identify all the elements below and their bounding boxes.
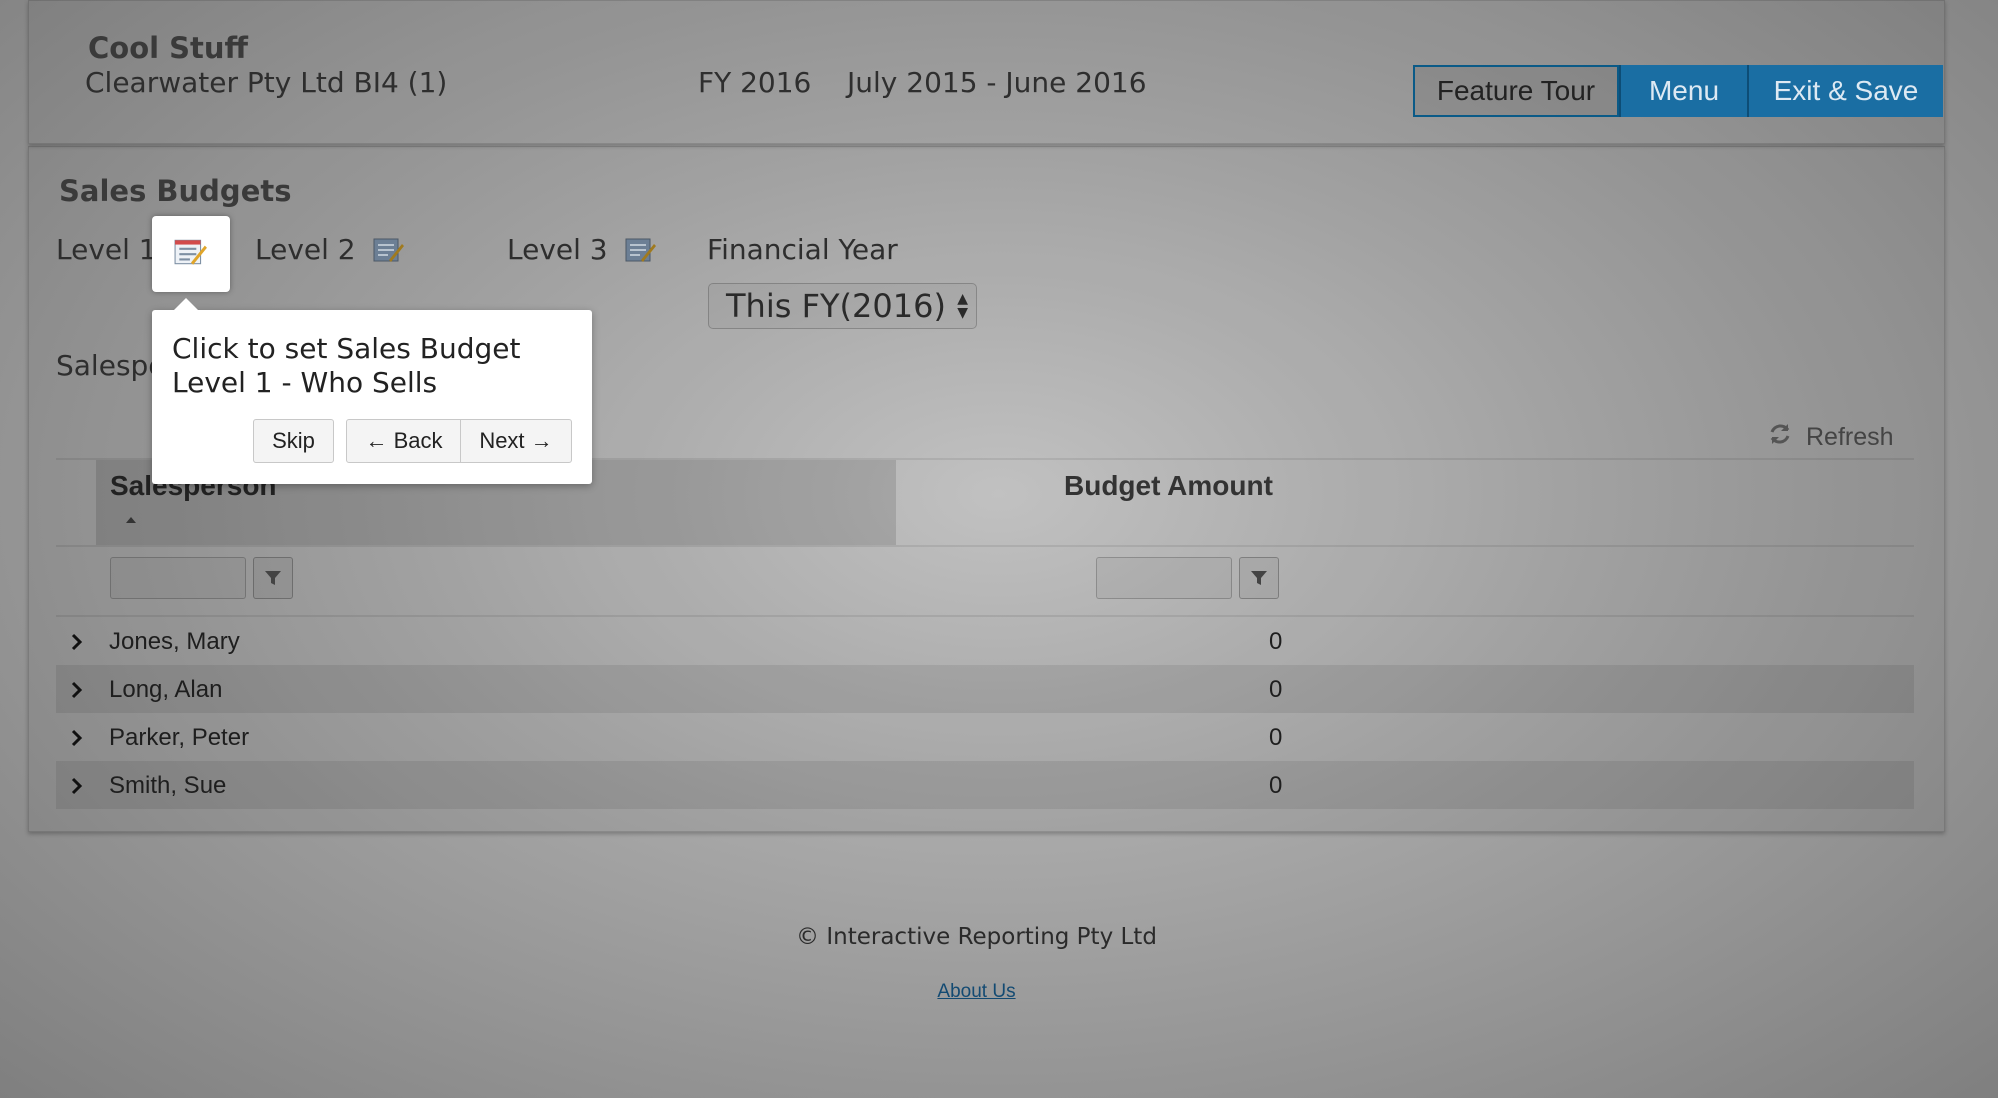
- tour-popover-text: Click to set Sales Budget Level 1 - Who …: [172, 332, 521, 399]
- budget-amount: 0: [1269, 676, 1283, 703]
- company-name: Cool Stuff: [88, 31, 249, 65]
- refresh-icon: [1768, 422, 1792, 453]
- table-row[interactable]: Jones, Mary 0: [56, 617, 1914, 665]
- expand-chevron-icon[interactable]: [70, 727, 84, 755]
- select-arrows-icon: ▲ ▼: [957, 291, 968, 321]
- budget-amount: 0: [1269, 724, 1283, 751]
- financial-year-select[interactable]: This FY(2016) ▲ ▼: [708, 283, 977, 329]
- client-name: Clearwater Pty Ltd BI4 (1): [85, 66, 448, 99]
- expand-chevron-icon[interactable]: [70, 631, 84, 659]
- edit-budget-icon[interactable]: [174, 237, 208, 271]
- tour-popover: Click to set Sales Budget Level 1 - Who …: [152, 298, 592, 484]
- financial-year-label: Financial Year: [707, 233, 898, 266]
- fiscal-period: July 2015 - June 2016: [847, 66, 1147, 99]
- sort-ascending-icon: [126, 517, 136, 523]
- salesperson-name: Parker, Peter: [109, 724, 250, 751]
- level-2-label: Level 2: [255, 233, 356, 266]
- salesperson-grid: Salesperson Budget Amount Jones, Mary 0 …: [56, 458, 1914, 809]
- financial-year-value: This FY(2016): [726, 287, 946, 325]
- budget-amount: 0: [1269, 628, 1283, 655]
- footer-copyright: © Interactive Reporting Pty Ltd: [796, 924, 1157, 950]
- table-row[interactable]: Long, Alan 0: [56, 665, 1914, 713]
- tour-skip-button[interactable]: Skip: [253, 419, 334, 463]
- feature-tour-button[interactable]: Feature Tour: [1413, 65, 1619, 117]
- table-row[interactable]: Smith, Sue 0: [56, 761, 1914, 809]
- level-1-label: Level 1: [56, 233, 157, 266]
- refresh-label: Refresh: [1806, 423, 1894, 451]
- edit-budget-icon[interactable]: [625, 236, 657, 264]
- salesperson-name: Smith, Sue: [109, 772, 227, 799]
- header-panel: Cool Stuff Clearwater Pty Ltd BI4 (1) FY…: [28, 0, 1945, 144]
- menu-button[interactable]: Menu: [1619, 65, 1747, 117]
- column-header-budget-amount[interactable]: Budget Amount: [1064, 470, 1273, 502]
- filter-row: [56, 547, 1914, 617]
- tour-highlight: [152, 216, 230, 292]
- tour-next-button[interactable]: Next →: [460, 419, 572, 463]
- footer-links: About Us: [0, 981, 1953, 1003]
- header-nav: Feature Tour Menu Exit & Save: [1413, 65, 1943, 117]
- exit-save-button[interactable]: Exit & Save: [1747, 65, 1943, 117]
- budget-amount-filter-input[interactable]: [1096, 557, 1232, 599]
- salesperson-name: Long, Alan: [109, 676, 223, 703]
- salesperson-filter-input[interactable]: [110, 557, 246, 599]
- table-row[interactable]: Parker, Peter 0: [56, 713, 1914, 761]
- refresh-button[interactable]: Refresh: [1768, 422, 1894, 453]
- filter-icon[interactable]: [253, 557, 293, 599]
- page-title: Sales Budgets: [59, 174, 292, 208]
- budget-amount: 0: [1269, 772, 1283, 799]
- about-us-link[interactable]: About Us: [937, 981, 1015, 1002]
- tour-back-button[interactable]: ← Back: [346, 419, 462, 463]
- fiscal-year: FY 2016: [698, 66, 812, 99]
- edit-budget-icon[interactable]: [373, 236, 405, 264]
- expand-chevron-icon[interactable]: [70, 775, 84, 803]
- level-3-label: Level 3: [507, 233, 608, 266]
- expand-chevron-icon[interactable]: [70, 679, 84, 707]
- filter-icon[interactable]: [1239, 557, 1279, 599]
- salesperson-name: Jones, Mary: [109, 628, 240, 655]
- salesperson-label: Salespe: [56, 349, 166, 382]
